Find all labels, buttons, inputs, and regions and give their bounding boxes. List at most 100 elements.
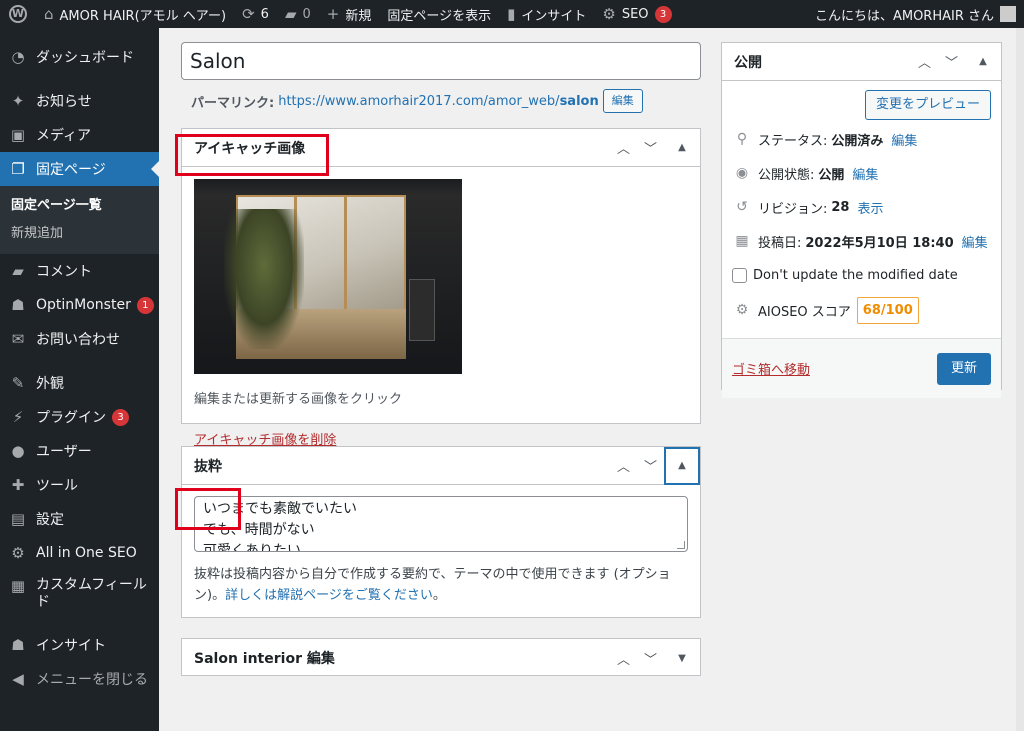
pin-icon: ⚲ [736,131,748,147]
plus-icon: + [326,5,340,23]
publish-sidebar: 公開 ︿ ﹀ ▲ 変更をプレビュー ⚲ ステータス: 公開済み 編集 ◉ 公開状… [721,42,1002,398]
olive-tree [224,209,304,349]
menu-media[interactable]: ▣ メディア [0,118,159,152]
comments-link[interactable]: ▰ 0 [277,0,319,28]
featured-image-thumbnail[interactable] [194,179,462,374]
toggle-panel-icon[interactable]: ▲ [965,43,1001,81]
excerpt-line: いつまでも素敵でいたい [203,501,357,517]
menu-label: ダッシュボード [36,50,134,66]
admin-sidebar: ◔ ダッシュボード ✦ お知らせ ▣ メディア ❐ 固定ページ 固定ページ一覧 … [0,28,159,731]
move-down-icon[interactable]: ﹀ [637,138,664,157]
table-icon: ▦ [10,577,26,595]
seo-gear-icon: ⚙ [11,544,25,562]
highlight-featured-image-title [175,134,329,176]
move-up-icon[interactable]: ︿ [610,138,637,157]
title-input[interactable]: Salon [181,42,701,80]
postbox-header: 抜粋 ︿ ﹀ ▲ [182,446,700,485]
comments-count: 0 [302,6,311,22]
move-up-icon[interactable]: ︿ [610,456,637,475]
collapse-icon: ◀ [12,670,24,688]
chart-icon: ☗ [11,636,25,654]
scrollbar[interactable] [1016,28,1024,731]
new-content-link[interactable]: + 新規 [319,0,380,28]
pages-icon: ❐ [11,160,25,178]
menu-collapse[interactable]: ◀ メニューを閉じる [0,662,159,696]
menu-tools[interactable]: ✚ ツール [0,468,159,502]
move-up-icon[interactable]: ︿ [610,649,637,668]
menu-label: ユーザー [36,444,92,460]
menu-label: カスタムフィールド [36,577,147,610]
move-up-icon[interactable]: ︿ [911,52,938,71]
menu-insights[interactable]: ☗ インサイト [0,628,159,662]
menu-contact[interactable]: ✉ お問い合わせ [0,322,159,356]
menu-aioseo[interactable]: ⚙ All in One SEO [0,536,159,570]
submenu-add-new[interactable]: 新規追加 [0,220,159,248]
aioseo-label: AIOSEO スコア [758,304,851,320]
update-button[interactable]: 更新 [936,352,991,385]
postbox-header: 公開 ︿ ﹀ ▲ [722,43,1001,81]
date-edit-link[interactable]: 編集 [962,232,988,251]
menu-settings[interactable]: ▤ 設定 [0,502,159,536]
insights-link[interactable]: ▮ インサイト [499,0,594,28]
wordpress-menu[interactable]: W [0,0,36,28]
handle-actions: ︿ ﹀ ▲ [911,43,1001,81]
status-edit-link[interactable]: 編集 [891,130,917,149]
menu-label: ツール [36,478,78,494]
menu-dashboard[interactable]: ◔ ダッシュボード [0,40,159,74]
visibility-edit-link[interactable]: 編集 [852,164,878,183]
calendar-icon: ▦ [735,233,749,249]
toggle-panel-icon[interactable]: ▲ [664,446,700,485]
move-down-icon[interactable]: ﹀ [637,649,664,668]
permalink-link[interactable]: https://www.amorhair2017.com/amor_web/sa… [278,94,599,109]
permalink-edit-button[interactable]: 編集 [602,89,643,113]
move-down-icon[interactable]: ﹀ [637,456,664,475]
toggle-panel-icon[interactable]: ▲ [664,129,700,167]
home-icon: ⌂ [44,5,54,23]
avatar [1000,6,1016,22]
resize-grip[interactable] [677,541,685,549]
permalink-label: パーマリンク: [191,95,275,111]
permalink-base: https://www.amorhair2017.com/amor_web/ [278,93,560,109]
menu-plugins[interactable]: ⚡ プラグイン 3 [0,400,159,434]
seo-link[interactable]: ⚙ SEO 3 [594,0,679,28]
seo-gear-icon: ⚙ [735,302,749,318]
insights-label: インサイト [521,8,587,24]
menu-label: All in One SEO [36,545,137,561]
visibility-label: 公開状態: [758,167,815,183]
updates-count: 6 [260,6,269,22]
move-to-trash-link[interactable]: ゴミ箱へ移動 [732,359,810,378]
view-page-link[interactable]: 固定ページを表示 [379,0,499,28]
excerpt-help-link[interactable]: 詳しくは解説ページをご覧ください [225,588,433,603]
excerpt-textarea[interactable]: いつまでも素敵でいたい でも、時間がない 可愛くありたい [194,496,688,552]
date-value: 2022年5月10日 18:40 [805,235,954,251]
settings-icon: ▤ [10,510,26,528]
dont-update-checkbox[interactable] [732,267,747,283]
publish-title: 公開 [734,54,762,71]
optinmonster-badge: 1 [136,296,154,314]
updates-link[interactable]: ⟳ 6 [234,0,277,28]
menu-custom-fields[interactable]: ▦ カスタムフィールド [0,570,159,618]
mail-icon: ✉ [11,330,25,348]
menu-optinmonster[interactable]: ☗ OptinMonster 1 [0,288,159,322]
menu-appearance[interactable]: ✎ 外観 [0,366,159,400]
toggle-panel-icon[interactable]: ▼ [664,639,700,677]
comment-icon: ▰ [12,262,24,280]
menu-comments[interactable]: ▰ コメント [0,254,159,288]
move-down-icon[interactable]: ﹀ [938,52,965,71]
permalink-slug: salon [559,93,599,109]
revisions-view-link[interactable]: 表示 [857,198,883,217]
menu-users[interactable]: ● ユーザー [0,434,159,468]
menu-news[interactable]: ✦ お知らせ [0,84,159,118]
view-page-label: 固定ページを表示 [387,8,492,24]
menu-label: 設定 [36,512,64,528]
preview-changes-button[interactable]: 変更をプレビュー [864,90,991,120]
menu-pages[interactable]: ❐ 固定ページ [0,152,159,186]
excerpt-help: 抜粋は投稿内容から自分で作成する要約で、テーマの中で使用できます (オプション)… [194,564,688,606]
site-name-link[interactable]: ⌂ AMOR HAIR(アモル ヘアー) [36,0,234,28]
menu-label: インサイト [36,638,106,654]
my-account-link[interactable]: こんにちは、AMORHAIR さん [807,0,1024,28]
dashboard-icon: ◔ [11,48,25,66]
handle-actions: ︿ ﹀ ▼ [610,639,700,677]
sign-board [409,279,435,341]
submenu-all-pages[interactable]: 固定ページ一覧 [0,192,159,220]
